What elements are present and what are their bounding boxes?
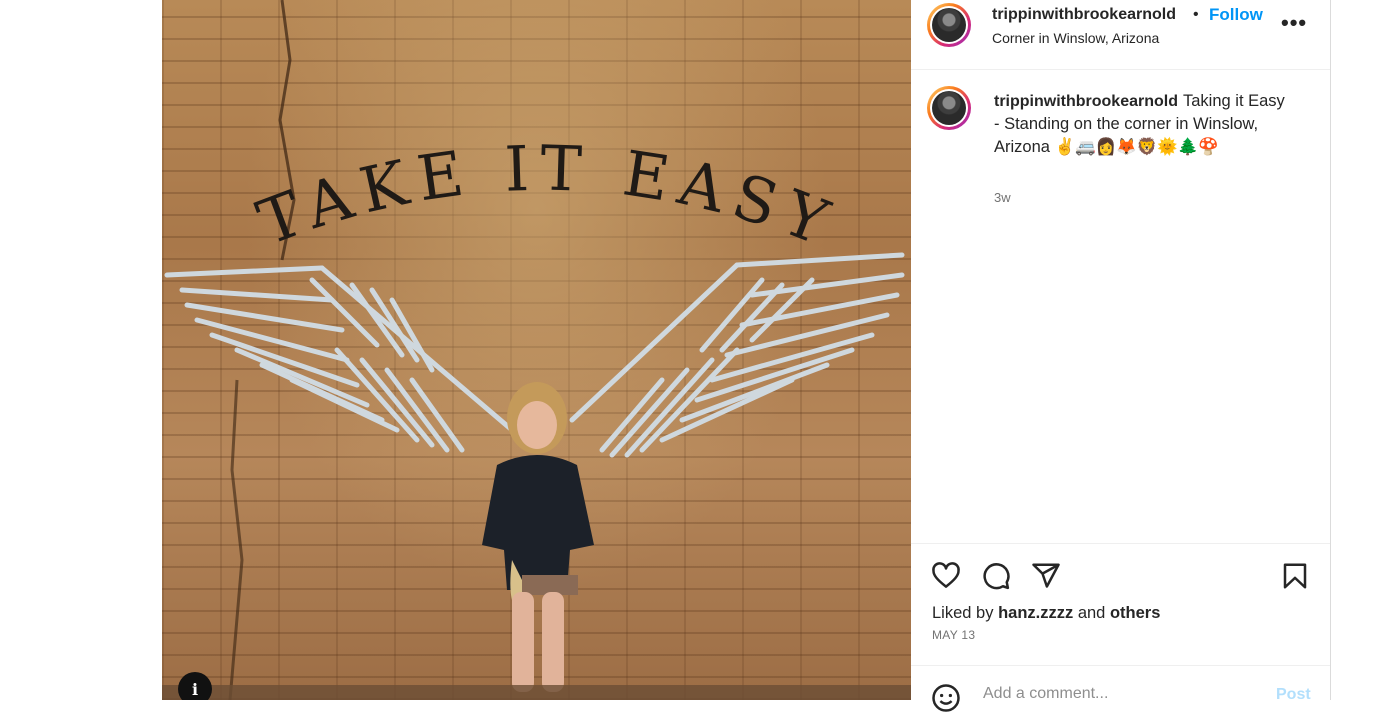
comment-icon[interactable] <box>981 561 1013 593</box>
post-comment-button[interactable]: Post <box>1276 686 1311 704</box>
separator-dot: • <box>1193 6 1199 23</box>
liked-by-and: and <box>1077 604 1106 622</box>
liked-by-others[interactable]: others <box>1110 604 1160 622</box>
location-link[interactable]: Corner in Winslow, Arizona <box>992 30 1159 46</box>
caption: trippinwithbrookearnold Taking it Easy - … <box>994 90 1294 159</box>
heart-icon[interactable] <box>931 561 963 593</box>
caption-avatar[interactable] <box>927 86 971 130</box>
wall-lettering: TAKE IT EASY <box>248 131 847 262</box>
post-header: trippinwithbrookearnold • Follow Corner … <box>911 0 1330 70</box>
caption-username[interactable]: trippinwithbrookearnold <box>994 93 1178 110</box>
wall-mural: TAKE IT EASY <box>162 0 911 700</box>
avatar[interactable] <box>927 3 971 47</box>
comment-input[interactable] <box>981 684 1255 704</box>
emoji-icon[interactable] <box>931 683 961 718</box>
share-icon[interactable] <box>1031 561 1063 593</box>
info-icon[interactable]: i <box>178 672 212 700</box>
post-date[interactable]: MAY 13 <box>932 628 975 642</box>
right-wing <box>569 252 905 458</box>
follow-button[interactable]: Follow <box>1209 5 1263 25</box>
post-time[interactable]: 3w <box>994 190 1011 205</box>
action-bar: Liked by hanz.zzzz and others MAY 13 <box>911 543 1330 666</box>
bookmark-icon[interactable] <box>1280 561 1312 593</box>
likes-summary: Liked by hanz.zzzz and others <box>932 604 1160 623</box>
post-photo[interactable]: TAKE IT EASY i <box>162 0 911 700</box>
more-icon[interactable]: ••• <box>1281 10 1307 36</box>
caption-block: trippinwithbrookearnold Taking it Easy - … <box>911 70 1330 542</box>
left-wing <box>164 265 515 453</box>
liked-by-user[interactable]: hanz.zzzz <box>998 604 1073 622</box>
person <box>482 382 594 692</box>
header-username[interactable]: trippinwithbrookearnold <box>992 6 1176 24</box>
comment-bar: Post <box>911 665 1330 712</box>
liked-by-prefix: Liked by <box>932 604 994 622</box>
post-side-panel: trippinwithbrookearnold • Follow Corner … <box>911 0 1331 712</box>
